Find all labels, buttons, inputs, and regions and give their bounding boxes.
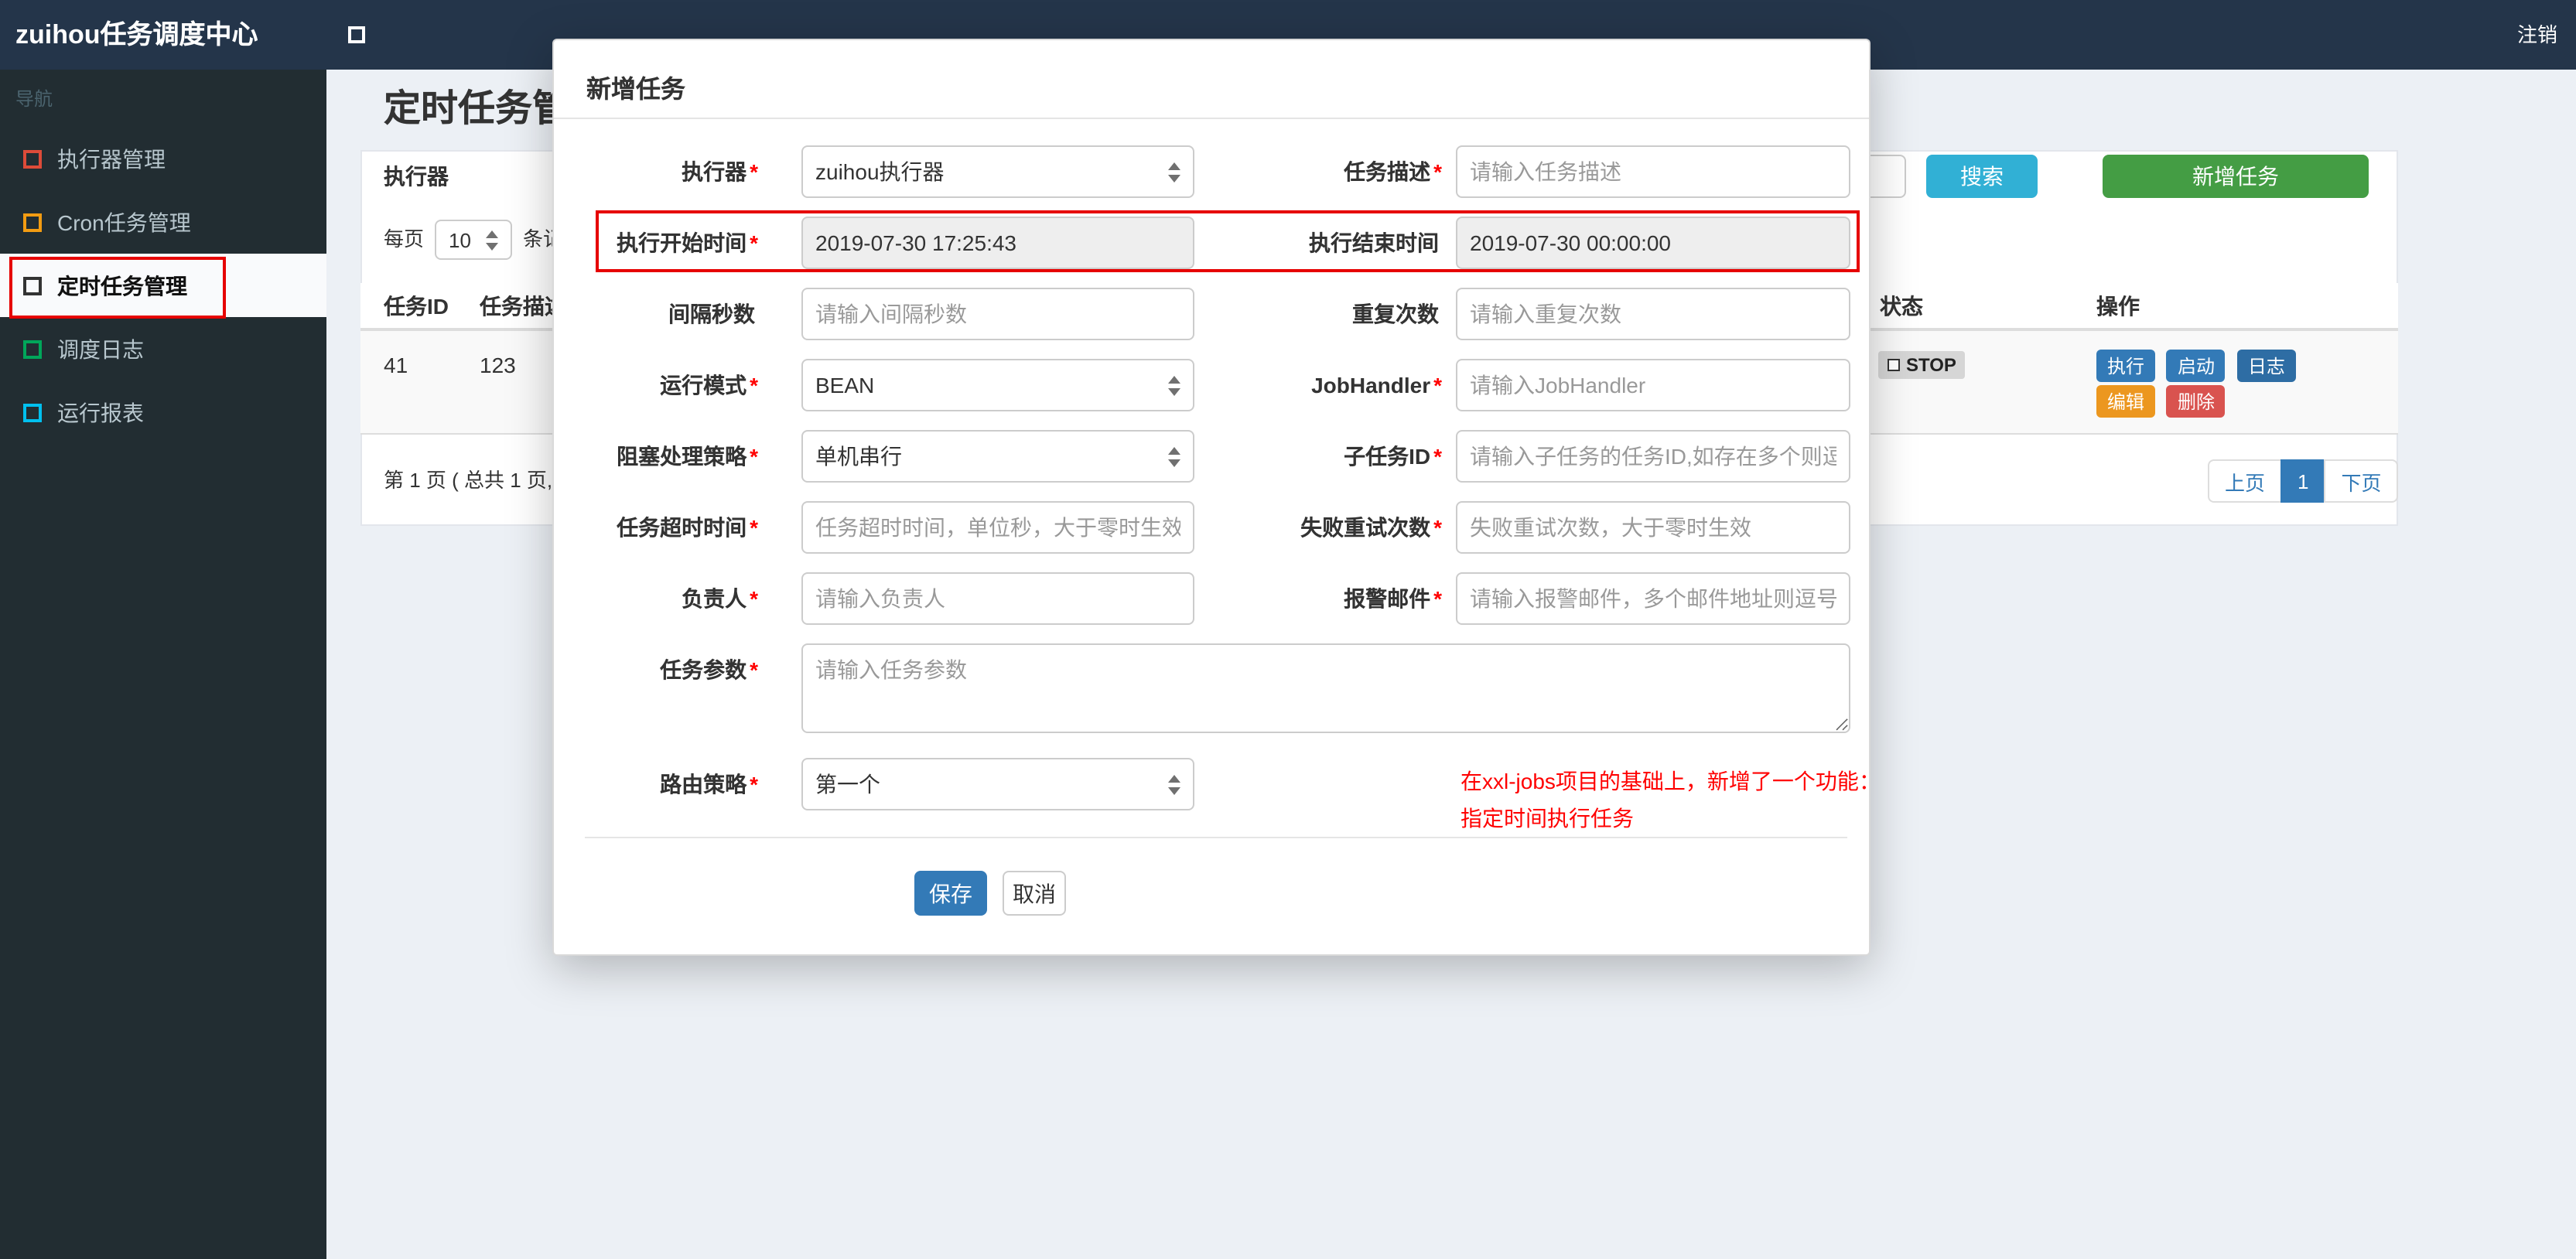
start-button[interactable]: 启动 [2166, 350, 2226, 382]
run-mode-select[interactable]: BEAN [801, 359, 1194, 411]
sidebar-item-label: 执行器管理 [57, 146, 166, 171]
per-page-value: 10 [449, 228, 471, 251]
child-job-input[interactable] [1456, 430, 1850, 483]
col-status: 状态 [1880, 294, 1923, 319]
app-root: zuihou任务调度中心 注销 导航 执行器管理 Cron任务管理 定时任务管理… [0, 0, 2576, 1259]
sidebar-item-run-report[interactable]: 运行报表 [0, 380, 326, 444]
square-outline-icon [23, 339, 42, 358]
sidebar-item-timed-task-mgmt[interactable]: 定时任务管理 [0, 254, 326, 317]
cell-job-id: 41 [384, 353, 408, 377]
select-updown-icon [1168, 774, 1180, 794]
job-params-textarea[interactable] [801, 643, 1850, 733]
alarm-email-input[interactable] [1456, 572, 1850, 625]
owner-field-label: 负责人 * [682, 586, 758, 611]
sidebar-item-executor-mgmt[interactable]: 执行器管理 [0, 127, 326, 190]
sidebar-item-label: Cron任务管理 [57, 210, 191, 234]
interval-input[interactable] [801, 288, 1194, 340]
cell-job-desc: 123 [480, 353, 516, 377]
select-updown-icon [486, 230, 498, 250]
col-job-id: 任务ID [384, 294, 449, 319]
repeat-count-field-label: 重复次数 [1352, 302, 1439, 326]
pagination: 上页 1 下页 [2208, 459, 2399, 503]
square-outline-icon [23, 213, 42, 231]
job-handler-field-label: JobHandler * [1311, 373, 1442, 397]
select-updown-icon [1168, 162, 1180, 182]
start-time-input[interactable] [801, 217, 1194, 269]
sidebar: 导航 执行器管理 Cron任务管理 定时任务管理 调度日志 运行报表 [0, 70, 326, 1259]
sidebar-item-schedule-log[interactable]: 调度日志 [0, 317, 326, 380]
sidebar-item-label: 定时任务管理 [57, 273, 187, 298]
brand-title: zuihou任务调度中心 [15, 20, 258, 49]
status-badge: STOP [1878, 351, 1966, 379]
edit-button[interactable]: 编辑 [2096, 385, 2156, 418]
feature-note-line2: 指定时间执行任务 [1461, 806, 1634, 831]
stop-square-icon [1888, 359, 1900, 371]
page-1-button[interactable]: 1 [2280, 459, 2326, 503]
job-desc-input[interactable] [1456, 145, 1850, 198]
route-strategy-field-label: 路由策略 * [660, 772, 758, 797]
cancel-button[interactable]: 取消 [1003, 871, 1066, 916]
job-handler-input[interactable] [1456, 359, 1850, 411]
block-strategy-field-label: 阻塞处理策略 * [617, 444, 758, 469]
block-strategy-select[interactable]: 单机串行 [801, 430, 1194, 483]
repeat-count-input[interactable] [1456, 288, 1850, 340]
route-strategy-select[interactable]: 第一个 [801, 758, 1194, 810]
end-time-input[interactable] [1456, 217, 1850, 269]
status-text: STOP [1906, 354, 1956, 376]
prev-page-button[interactable]: 上页 [2208, 459, 2283, 503]
run-mode-field-label: 运行模式 * [660, 373, 758, 397]
col-actions: 操作 [2096, 294, 2140, 319]
per-page-select[interactable]: 10 [435, 220, 512, 260]
logout-link[interactable]: 注销 [2517, 0, 2557, 70]
modal-footer-divider [585, 837, 1847, 838]
sidebar-toggle-icon[interactable] [348, 26, 365, 43]
timeout-field-label: 任务超时时间 * [617, 515, 758, 540]
child-job-field-label: 子任务ID * [1344, 444, 1442, 469]
delete-button[interactable]: 删除 [2166, 385, 2226, 418]
select-updown-icon [1168, 446, 1180, 466]
owner-input[interactable] [801, 572, 1194, 625]
modal-header-divider [554, 118, 1869, 119]
sidebar-item-label: 调度日志 [57, 336, 144, 361]
sidebar-item-label: 运行报表 [57, 400, 144, 425]
per-page-prefix-label: 每页 [384, 227, 425, 251]
job-params-field-label: 任务参数 * [660, 657, 758, 682]
select-updown-icon [1168, 375, 1180, 395]
filter-executor-label: 执行器 [384, 164, 449, 189]
pagination-summary: 第 1 页 ( 总共 1 页, 1 [384, 469, 569, 492]
save-button[interactable]: 保存 [914, 871, 987, 916]
search-button[interactable]: 搜索 [1926, 155, 2038, 198]
sidebar-item-cron-mgmt[interactable]: Cron任务管理 [0, 190, 326, 254]
executor-select[interactable]: zuihou执行器 [801, 145, 1194, 198]
modal-title: 新增任务 [586, 77, 686, 104]
feature-note-line1: 在xxl-jobs项目的基础上，新增了一个功能： [1461, 769, 1881, 793]
alarm-email-field-label: 报警邮件 * [1344, 586, 1442, 611]
square-outline-icon [23, 403, 42, 421]
add-task-modal: 新增任务 执行器* zuihou执行器 任务描述* 执行开始时间* 执行结束时间… [552, 39, 1881, 956]
execute-button[interactable]: 执行 [2096, 350, 2156, 382]
fail-retry-input[interactable] [1456, 501, 1850, 554]
start-time-field-label: 执行开始时间 * [617, 230, 758, 255]
fail-retry-field-label: 失败重试次数 * [1300, 515, 1442, 540]
log-button[interactable]: 日志 [2236, 350, 2296, 382]
row-actions-line2: 编辑 删除 [2096, 385, 2230, 418]
add-task-button[interactable]: 新增任务 [2103, 155, 2369, 198]
square-outline-icon [23, 276, 42, 295]
sidebar-section-label: 导航 [15, 88, 53, 110]
timeout-input[interactable] [801, 501, 1194, 554]
next-page-button[interactable]: 下页 [2324, 459, 2399, 503]
end-time-field-label: 执行结束时间 [1309, 230, 1439, 255]
row-actions-line1: 执行 启动 日志 [2096, 350, 2301, 382]
job-desc-field-label: 任务描述 * [1344, 159, 1442, 184]
square-outline-icon [23, 149, 42, 168]
interval-field-label: 间隔秒数 [668, 302, 755, 326]
executor-field-label: 执行器 * [682, 159, 758, 184]
